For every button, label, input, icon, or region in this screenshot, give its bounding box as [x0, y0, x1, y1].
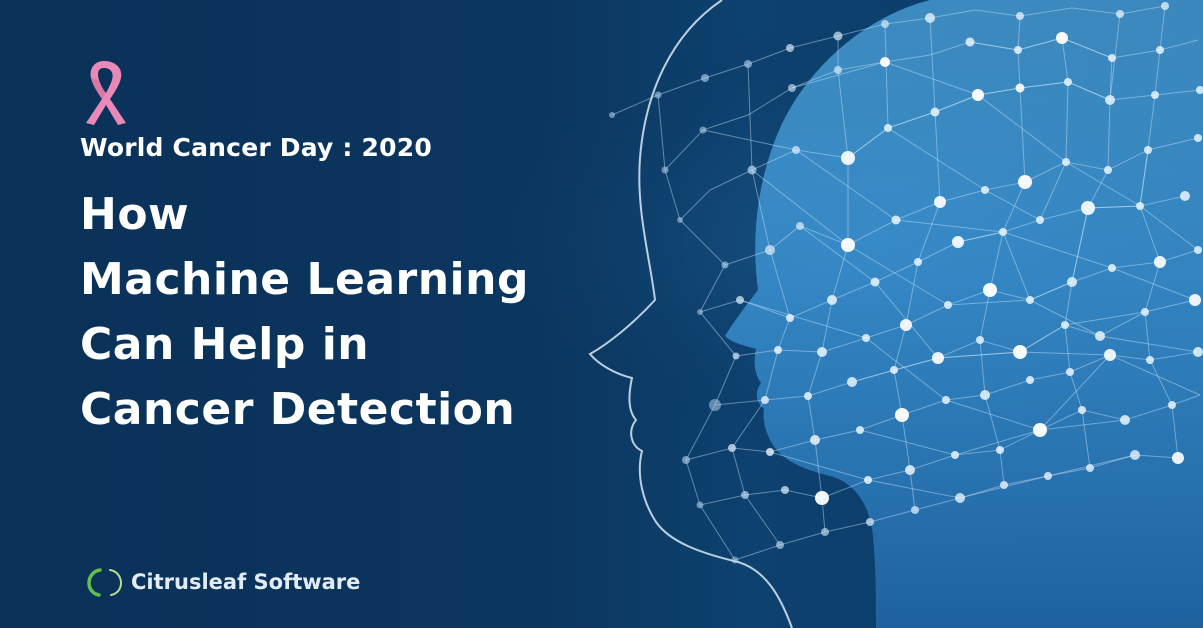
citrusleaf-logo-icon — [87, 568, 123, 597]
headline-line: Can Help in — [80, 319, 370, 370]
banner: World Cancer Day : 2020 How Machine Lear… — [0, 0, 1203, 628]
pink-ribbon-icon — [86, 61, 126, 125]
brand-name: Citrusleaf Software — [131, 570, 361, 594]
headline-line: Cancer Detection — [80, 384, 516, 435]
headline-line: How — [80, 189, 190, 240]
event-subtitle: World Cancer Day : 2020 — [80, 133, 432, 162]
headline-line: Machine Learning — [80, 254, 529, 305]
brand-logo: Citrusleaf Software — [86, 565, 360, 599]
headline: How Machine Learning Can Help in Cancer … — [80, 182, 600, 442]
